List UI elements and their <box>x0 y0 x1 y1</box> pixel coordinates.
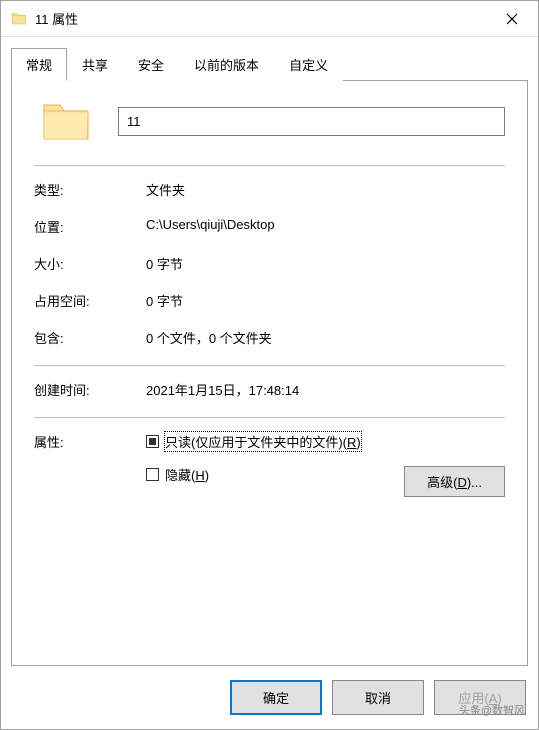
contains-value: 0 个文件，0 个文件夹 <box>146 328 505 347</box>
tab-customize[interactable]: 自定义 <box>274 48 343 81</box>
name-row <box>34 99 505 143</box>
type-row: 类型: 文件夹 <box>34 180 505 199</box>
created-value: 2021年1月15日，17:48:14 <box>146 380 505 399</box>
contains-row: 包含: 0 个文件，0 个文件夹 <box>34 328 505 347</box>
readonly-checkbox-row[interactable]: 只读(仅应用于文件夹中的文件)(R) <box>146 432 505 451</box>
close-icon <box>506 13 518 25</box>
size-on-disk-label: 占用空间: <box>34 291 146 310</box>
titlebar: 11 属性 <box>1 1 538 37</box>
hidden-checkbox[interactable] <box>146 468 159 481</box>
size-label: 大小: <box>34 254 146 273</box>
advanced-button[interactable]: 高级(D)... <box>404 466 505 497</box>
tab-previous-versions[interactable]: 以前的版本 <box>179 48 274 81</box>
size-row: 大小: 0 字节 <box>34 254 505 273</box>
readonly-label: 只读(仅应用于文件夹中的文件)(R) <box>165 432 361 451</box>
hidden-label: 隐藏(H) <box>165 465 209 484</box>
location-label: 位置: <box>34 217 146 236</box>
divider <box>34 365 505 366</box>
folder-large-icon <box>40 99 92 143</box>
tab-security[interactable]: 安全 <box>123 48 179 81</box>
created-row: 创建时间: 2021年1月15日，17:48:14 <box>34 380 505 399</box>
window-title: 11 属性 <box>35 9 490 28</box>
ok-button[interactable]: 确定 <box>230 680 322 715</box>
close-button[interactable] <box>490 4 534 34</box>
contains-label: 包含: <box>34 328 146 347</box>
cancel-button[interactable]: 取消 <box>332 680 424 715</box>
readonly-checkbox[interactable] <box>146 435 159 448</box>
divider <box>34 417 505 418</box>
folder-name-input[interactable] <box>118 107 505 136</box>
location-value: C:\Users\qiuji\Desktop <box>146 217 505 236</box>
attributes-label: 属性: <box>34 432 146 498</box>
size-value: 0 字节 <box>146 254 505 273</box>
button-bar: 确定 取消 应用(A) <box>1 666 538 729</box>
folder-icon <box>11 12 27 26</box>
created-label: 创建时间: <box>34 380 146 399</box>
apply-button[interactable]: 应用(A) <box>434 680 526 715</box>
tab-bar: 常规 共享 安全 以前的版本 自定义 <box>11 47 528 81</box>
tab-general[interactable]: 常规 <box>11 48 67 81</box>
properties-dialog: 11 属性 常规 共享 安全 以前的版本 自定义 类型: 文件夹 位置: C:\… <box>0 0 539 730</box>
tab-sharing[interactable]: 共享 <box>67 48 123 81</box>
size-on-disk-value: 0 字节 <box>146 291 505 310</box>
location-row: 位置: C:\Users\qiuji\Desktop <box>34 217 505 236</box>
type-value: 文件夹 <box>146 180 505 199</box>
attributes-section: 属性: 只读(仅应用于文件夹中的文件)(R) 隐藏(H) 高级(D)... <box>34 432 505 498</box>
size-on-disk-row: 占用空间: 0 字节 <box>34 291 505 310</box>
tab-content-general: 类型: 文件夹 位置: C:\Users\qiuji\Desktop 大小: 0… <box>11 81 528 666</box>
divider <box>34 165 505 166</box>
type-label: 类型: <box>34 180 146 199</box>
